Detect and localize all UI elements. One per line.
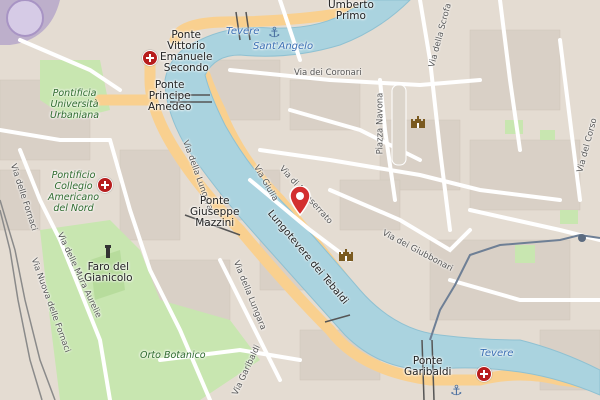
map-canvas[interactable]: Umberto Primo Tevere Sant'Angelo Ponte V… xyxy=(0,0,600,400)
hospital-icon[interactable] xyxy=(142,50,158,66)
castle-icon[interactable] xyxy=(339,249,353,261)
label-ponte-mazzini: Ponte Giuseppe Mazzini xyxy=(190,195,240,229)
label-ponte-vittorio: Ponte Vittorio Emanuele Secondo xyxy=(160,29,213,74)
castle-icon[interactable] xyxy=(411,116,425,128)
label-sant-angelo: Sant'Angelo xyxy=(253,41,314,52)
anchor-icon[interactable]: ⚓ xyxy=(450,384,463,398)
label-tevere-bottom: Tevere xyxy=(480,348,514,359)
label-orto-botanico: Orto Botanico xyxy=(140,350,206,361)
label-faro-gianicolo: Faro del Gianicolo xyxy=(84,261,133,284)
label-piazza-navona: Piazza Navona xyxy=(375,92,386,155)
label-via-dei-coronari: Via dei Coronari xyxy=(294,68,362,78)
label-ponte-principe: Ponte Principe Amedeo xyxy=(148,79,192,113)
location-pin-icon[interactable] xyxy=(289,186,311,216)
label-pontificia-urbaniana: Pontificia Università Urbaniana xyxy=(50,88,100,121)
hospital-icon[interactable] xyxy=(97,177,113,193)
hospital-icon[interactable] xyxy=(476,366,492,382)
anchor-icon[interactable]: ⚓ xyxy=(268,26,281,40)
label-tevere-top: Tevere xyxy=(226,26,260,37)
label-umberto-primo: Umberto Primo xyxy=(328,0,374,22)
lighthouse-icon[interactable] xyxy=(104,244,112,258)
label-pontificio-collegio: Pontificio Collegio Americano del Nord xyxy=(48,170,100,214)
label-ponte-garibaldi: Ponte Garibaldi xyxy=(404,355,452,378)
